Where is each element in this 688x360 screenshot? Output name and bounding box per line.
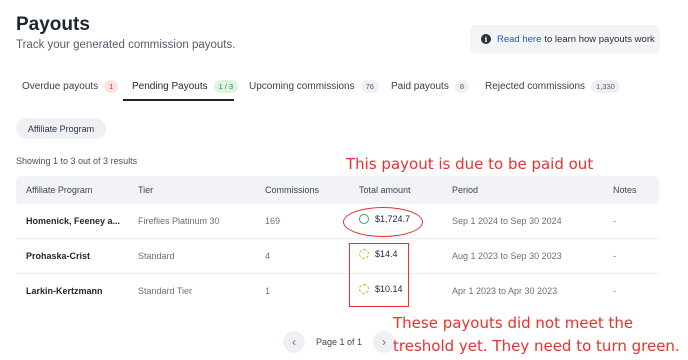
info-icon: i: [481, 34, 491, 44]
cell-tier: Fireflies Platinum 30: [138, 216, 220, 226]
annotation-threshold-line1: These payouts did not meet the: [393, 314, 634, 332]
column-header[interactable]: Period: [452, 185, 478, 195]
affiliate-program-filter[interactable]: Affiliate Program: [16, 118, 106, 139]
active-tab-indicator: [123, 99, 234, 101]
tab-label: Rejected commissions: [485, 81, 586, 92]
annotation-rectangle: [349, 243, 409, 307]
table-header: Affiliate Program Tier Commissions Total…: [16, 176, 659, 204]
tab-paid-payouts[interactable]: Paid payouts 8: [391, 80, 469, 93]
tab-label: Overdue payouts: [22, 81, 99, 92]
tab-label: Upcoming commissions: [249, 81, 355, 92]
table-row[interactable]: Homenick, Feeney a... Fireflies Platinum…: [16, 204, 659, 239]
column-header[interactable]: Notes: [613, 185, 637, 195]
tab-overdue-payouts[interactable]: Overdue payouts 1: [22, 80, 119, 93]
tab-count-badge: 1,330: [591, 80, 620, 93]
pagination: ‹ Page 1 of 1 ›: [283, 331, 396, 353]
cell-tier: Standard: [138, 251, 175, 261]
cell-tier: Standard Tier: [138, 286, 193, 296]
tab-label: Pending Payouts: [132, 81, 208, 92]
cell-program: Homenick, Feeney a...: [26, 216, 121, 226]
cell-commissions: 169: [265, 216, 281, 226]
cell-notes: -: [613, 286, 616, 296]
cell-notes: -: [613, 216, 616, 226]
cell-commissions: 4: [265, 251, 271, 261]
table-row[interactable]: Larkin-Kertzmann Standard Tier 1 $10.14 …: [16, 274, 659, 309]
read-here-link[interactable]: Read here: [497, 34, 541, 45]
page-title: Payouts: [16, 14, 90, 35]
tab-upcoming-commissions[interactable]: Upcoming commissions 76: [249, 80, 379, 93]
chevron-right-icon[interactable]: ›: [373, 331, 396, 353]
chevron-left-icon[interactable]: ‹: [283, 331, 305, 353]
tab-label: Paid payouts: [391, 81, 449, 92]
cell-program: Prohaska-Crist: [26, 251, 91, 261]
column-header[interactable]: Tier: [138, 185, 153, 195]
cell-period: Aug 1 2023 to Sep 30 2023: [452, 251, 562, 261]
payouts-table: Affiliate Program Tier Commissions Total…: [16, 176, 659, 309]
tab-pending-payouts[interactable]: Pending Payouts 1 / 3: [132, 80, 239, 93]
tab-count-badge: 1: [104, 80, 119, 93]
cell-period: Apr 1 2023 to Apr 30 2023: [452, 286, 558, 296]
cell-notes: -: [613, 251, 616, 261]
tab-count-badge: 8: [454, 80, 469, 93]
column-header[interactable]: Affiliate Program: [26, 185, 92, 195]
cell-commissions: 1: [265, 286, 271, 296]
table-row[interactable]: Prohaska-Crist Standard 4 $14.4 Aug 1 20…: [16, 239, 659, 274]
tab-count-badge: 1 / 3: [213, 80, 239, 93]
cell-period: Sep 1 2024 to Sep 30 2024: [452, 216, 562, 226]
cell-program: Larkin-Kertzmann: [26, 286, 103, 296]
annotation-due: This payout is due to be paid out: [346, 155, 594, 173]
results-count: Showing 1 to 3 out of 3 results: [16, 156, 138, 166]
annotation-threshold-line2: treshold yet. They need to turn green.: [393, 337, 680, 355]
payout-tabs: Overdue payouts 1 Pending Payouts 1 / 3 …: [0, 72, 688, 102]
tab-count-badge: 76: [360, 80, 379, 93]
column-header[interactable]: Commissions: [265, 185, 319, 195]
info-text: to learn how payouts work: [544, 33, 655, 45]
info-banner: i Read here to learn how payouts work: [470, 25, 660, 53]
tab-rejected-commissions[interactable]: Rejected commissions 1,330: [485, 80, 620, 93]
column-header[interactable]: Total amount: [359, 185, 411, 195]
annotation-ellipse: [343, 207, 423, 237]
page-subtitle: Track your generated commission payouts.: [16, 39, 236, 51]
page-indicator: Page 1 of 1: [316, 337, 363, 347]
